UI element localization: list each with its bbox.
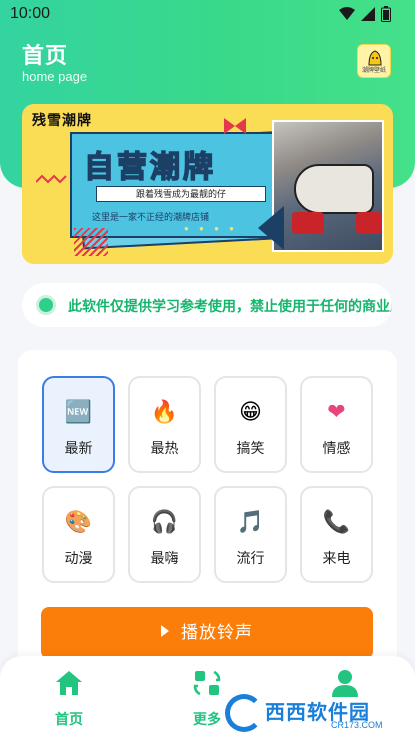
category-tile-ringtone[interactable]: 📞 来电 (300, 486, 373, 583)
app-logo: 潮牌壁纸 (357, 44, 391, 78)
bow-icon (224, 118, 246, 134)
category-tile-popular[interactable]: 🎵 流行 (214, 486, 287, 583)
palette-icon: 🎨 (64, 509, 93, 534)
battery-icon (381, 6, 391, 22)
sneaker-sole-left (292, 212, 324, 234)
category-label: 最新 (64, 440, 93, 456)
status-icons (339, 6, 391, 22)
watermark-logo-icon (225, 694, 263, 732)
category-label: 最嗨 (150, 550, 179, 566)
fire-icon: 🔥 (150, 399, 179, 424)
category-label: 最热 (150, 440, 179, 456)
heart-icon: ❤ (327, 399, 346, 424)
headphones-icon: 🎧 (150, 509, 179, 534)
zigzag-decoration (36, 174, 67, 184)
category-tile-party[interactable]: 🎧 最嗨 (128, 486, 201, 583)
status-time: 10:00 (10, 5, 51, 22)
category-tile-anime[interactable]: 🎨 动漫 (42, 486, 115, 583)
banner-brand: 残雪潮牌 (32, 112, 92, 128)
home-icon (56, 671, 82, 695)
play-button-label: 播放铃声 (181, 623, 253, 642)
watermark: 西西软件园 CR173.COM (225, 692, 407, 734)
sneaker-sole-right (356, 212, 382, 234)
music-note-icon: 🎵 (236, 509, 265, 534)
banner-headline: 自营潮牌 (83, 149, 216, 186)
category-label: 来电 (322, 550, 351, 566)
watermark-subtext: CR173.COM (331, 720, 383, 730)
play-icon (161, 625, 169, 637)
category-tile-newest[interactable]: 🆕 最新 (42, 376, 115, 473)
banner-carousel[interactable]: 残雪潮牌 自营潮牌 跟着残雪成为最靓的仔 这里是一家不正经的潮牌店铺 ● ● ●… (22, 104, 393, 264)
nav-label-home: 首页 (55, 711, 83, 727)
page-title: 首页 (22, 43, 69, 68)
more-icon (193, 670, 221, 696)
stripes-decoration (74, 228, 108, 256)
signal-icon (361, 7, 375, 21)
notice-dot-icon (36, 295, 56, 315)
triangle-decoration (258, 206, 284, 250)
sneaker-image (294, 164, 374, 214)
new-icon: 🆕 (64, 399, 93, 424)
banner-dots: ● ● ● ● (184, 224, 238, 233)
category-label: 搞笑 (236, 440, 265, 456)
play-ringtone-button[interactable]: 播放铃声 (41, 607, 373, 659)
nav-item-home[interactable]: 首页 (34, 668, 104, 729)
category-label: 流行 (236, 550, 265, 566)
notice-text: 此软件仅提供学习参考使用，禁止使用于任何的商业用途 (68, 298, 392, 314)
page-subtitle: home page (22, 69, 88, 84)
banner-description: 这里是一家不正经的潮牌店铺 (92, 212, 210, 222)
wifi-icon (339, 7, 355, 20)
category-label: 动漫 (64, 550, 93, 566)
banner-tagline: 跟着残雪成为最靓的仔 (96, 186, 266, 202)
category-tile-emotion[interactable]: ❤ 情感 (300, 376, 373, 473)
category-label: 情感 (322, 440, 351, 456)
grin-icon: 😁 (239, 399, 262, 424)
phone-icon: 📞 (322, 509, 351, 534)
logo-text: 潮牌壁纸 (361, 68, 386, 74)
notice-bar: 此软件仅提供学习参考使用，禁止使用于任何的商业用途 (22, 283, 392, 327)
category-tile-funny[interactable]: 😁 搞笑 (214, 376, 287, 473)
status-bar: 10:00 (0, 0, 415, 30)
category-tile-hottest[interactable]: 🔥 最热 (128, 376, 201, 473)
category-grid: 🆕 最新 🔥 最热 😁 搞笑 ❤ 情感 🎨 动漫 🎧 最嗨 🎵 流行 📞 来电 (42, 376, 373, 583)
